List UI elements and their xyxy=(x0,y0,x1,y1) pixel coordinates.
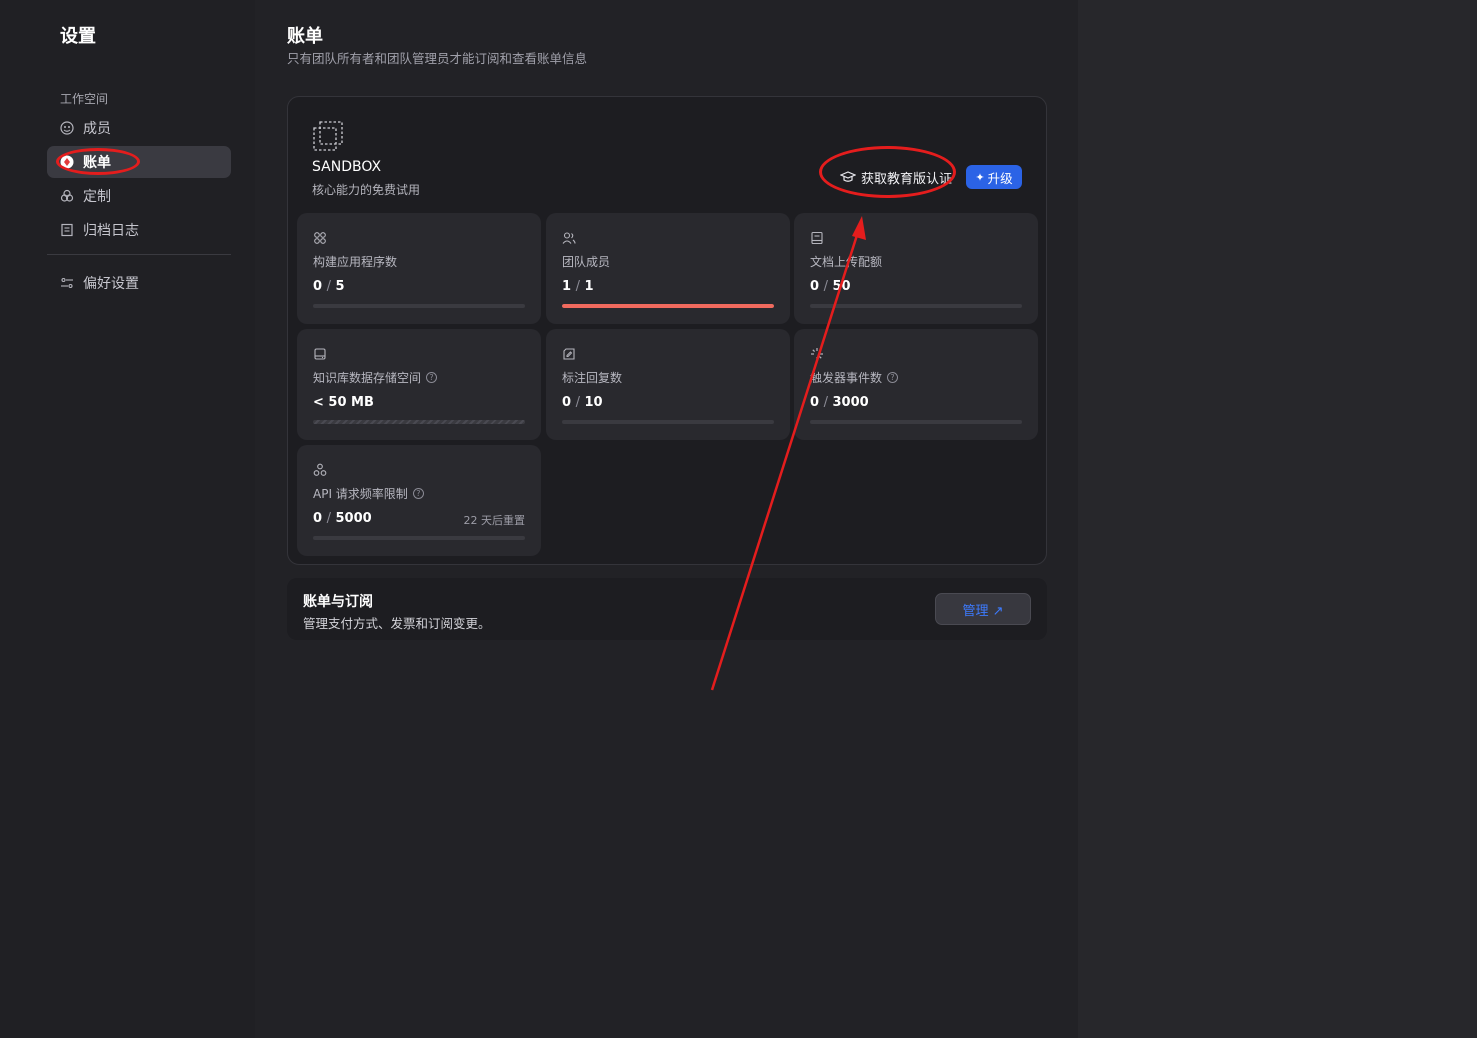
stat-label: 团队成员 xyxy=(562,255,611,269)
help-icon[interactable]: ? xyxy=(887,372,899,383)
sidebar-item-label: 定制 xyxy=(83,189,111,205)
sidebar-item-preferences[interactable]: 偏好设置 xyxy=(47,267,231,299)
stat-card-document-quota: 文档上传配额 0 / 50 xyxy=(794,213,1038,324)
usage-bar xyxy=(810,304,1022,308)
preferences-icon xyxy=(60,276,74,290)
billing-title: 账单与订阅 xyxy=(303,594,373,610)
stat-value: 0 / 5000 xyxy=(313,511,372,526)
reset-countdown: 22 天后重置 xyxy=(463,514,526,527)
sidebar-item-label: 账单 xyxy=(83,155,111,171)
stat-label: 文档上传配额 xyxy=(810,255,883,269)
stat-value: 0 / 3000 xyxy=(810,395,869,410)
plan-description: 核心能力的免费试用 xyxy=(312,183,421,197)
stat-label: 构建应用程序数 xyxy=(313,255,398,269)
education-verification-button[interactable]: 获取教育版认证 xyxy=(834,164,958,190)
page-title: 账单 xyxy=(287,26,323,47)
sidebar-item-members[interactable]: 成员 xyxy=(47,112,231,144)
workspace-section-label: 工作空间 xyxy=(60,92,109,106)
sidebar-title: 设置 xyxy=(60,26,96,47)
api-icon xyxy=(313,462,327,476)
customize-icon xyxy=(60,189,74,203)
sparkle-icon: ✦ xyxy=(975,170,985,184)
stat-card-storage: 知识库数据存储空间? < 50 MB xyxy=(297,329,541,440)
sidebar-item-label: 偏好设置 xyxy=(83,276,139,292)
stat-label: API 请求频率限制? xyxy=(313,485,424,502)
help-icon[interactable]: ? xyxy=(412,488,424,499)
document-icon xyxy=(810,230,824,245)
archive-log-icon xyxy=(60,223,74,237)
upgrade-button[interactable]: ✦ 升级 xyxy=(966,165,1022,189)
plan-name: SANDBOX xyxy=(312,159,382,175)
apps-icon xyxy=(313,230,327,244)
sandbox-plan-icon xyxy=(313,121,343,151)
stat-value: 0 / 50 xyxy=(810,279,851,294)
team-icon xyxy=(562,230,576,244)
sidebar-item-billing[interactable]: 账单 xyxy=(47,146,231,178)
right-pane xyxy=(1078,0,1477,1038)
usage-bar xyxy=(313,536,525,540)
trigger-icon xyxy=(810,346,824,360)
manage-billing-button[interactable]: 管理 ↗ xyxy=(935,593,1031,625)
graduation-cap-icon xyxy=(839,170,857,184)
stat-value: 0 / 5 xyxy=(313,279,345,294)
page-subtitle: 只有团队所有者和团队管理员才能订阅和查看账单信息 xyxy=(287,51,588,66)
stat-value: 1 / 1 xyxy=(562,279,594,294)
annotation-icon xyxy=(562,346,576,360)
billing-subscription-card: 账单与订阅 管理支付方式、发票和订阅变更。 管理 ↗ xyxy=(287,578,1047,640)
billing-description: 管理支付方式、发票和订阅变更。 xyxy=(303,616,491,631)
usage-bar xyxy=(313,304,525,308)
stat-label: 知识库数据存储空间? xyxy=(313,369,438,386)
members-icon xyxy=(60,121,74,135)
education-button-label: 获取教育版认证 xyxy=(861,171,953,187)
sidebar-item-label: 归档日志 xyxy=(83,223,139,239)
usage-bar xyxy=(313,420,525,424)
help-icon[interactable]: ? xyxy=(426,372,438,383)
billing-icon xyxy=(60,155,74,169)
sidebar-item-archive-log[interactable]: 归档日志 xyxy=(47,214,231,246)
usage-bar xyxy=(562,420,774,424)
usage-bar xyxy=(562,304,774,308)
stat-label: 标注回复数 xyxy=(562,371,623,385)
usage-bar xyxy=(810,420,1022,424)
stat-card-team-members: 团队成员 1 / 1 xyxy=(546,213,790,324)
stat-value: < 50 MB xyxy=(313,395,374,410)
sidebar-item-label: 成员 xyxy=(83,121,111,137)
storage-icon xyxy=(313,346,327,360)
sidebar-divider xyxy=(47,254,231,255)
settings-sidebar: 设置 工作空间 成员 账单 定制 归档日志 偏好设置 xyxy=(0,0,255,1038)
stat-card-trigger-events: 触发器事件数? 0 / 3000 xyxy=(794,329,1038,440)
stat-card-apps: 构建应用程序数 0 / 5 xyxy=(297,213,541,324)
stat-card-annotation-replies: 标注回复数 0 / 10 xyxy=(546,329,790,440)
stat-value: 0 / 10 xyxy=(562,395,603,410)
upgrade-button-label: 升级 xyxy=(987,170,1013,186)
stat-card-api-rate-limit: API 请求频率限制? 0 / 5000 22 天后重置 xyxy=(297,445,541,556)
usage-bar-fill xyxy=(562,304,774,308)
sidebar-item-customize[interactable]: 定制 xyxy=(47,180,231,212)
stat-label: 触发器事件数? xyxy=(810,369,899,386)
